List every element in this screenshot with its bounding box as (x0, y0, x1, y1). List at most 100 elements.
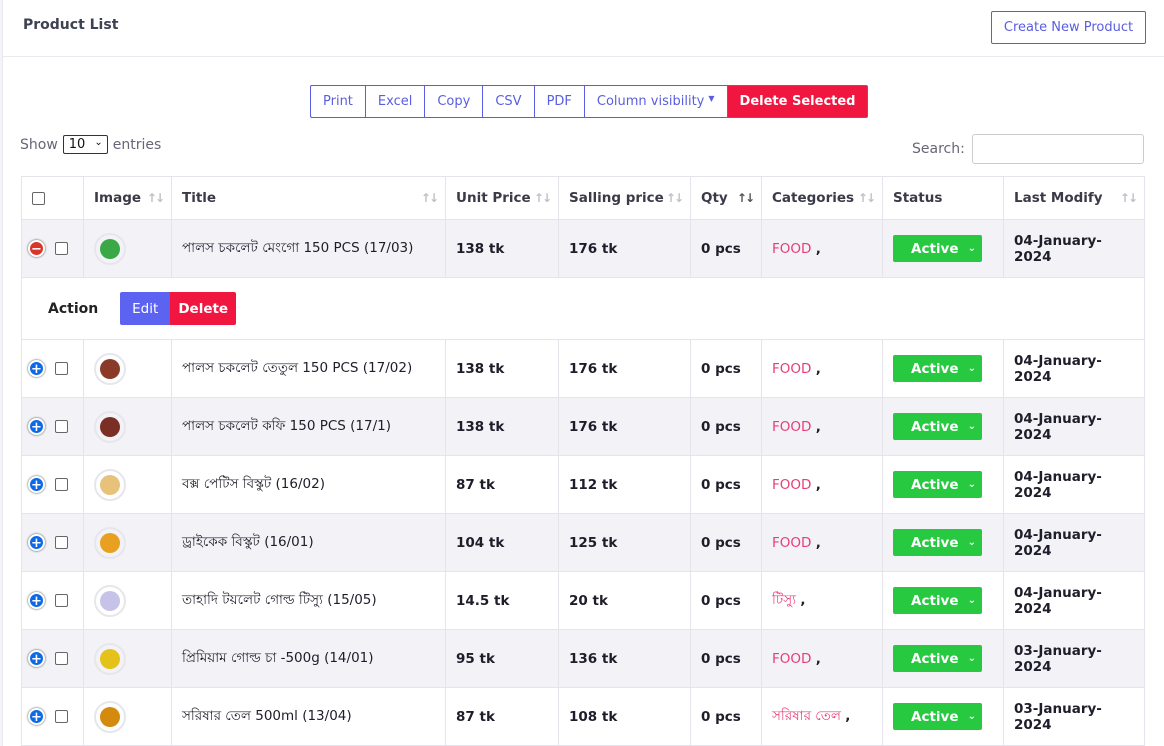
image-cell (83, 513, 172, 572)
expand-row-icon[interactable]: + (28, 360, 45, 377)
status-cell: Active ⌄ (882, 339, 1004, 398)
category-link[interactable]: FOOD (772, 651, 811, 667)
last-modify-cell: 03-January-2024 (1003, 687, 1145, 746)
image-cell (83, 629, 172, 688)
entries-select-value: 10 (68, 137, 86, 152)
product-thumbnail (94, 642, 126, 675)
category-link[interactable]: FOOD (772, 241, 811, 257)
thumbnail-fill (100, 590, 120, 611)
status-select[interactable]: Active ⌄ (893, 355, 982, 382)
create-new-product-button[interactable]: Create New Product (991, 11, 1146, 44)
unit-price-cell: 95 tk (445, 629, 559, 688)
edit-button[interactable]: Edit (120, 292, 171, 325)
action-cell: Action Edit Delete (21, 277, 1145, 340)
header-qty[interactable]: Qty ↑↓ (690, 176, 762, 220)
header-title[interactable]: Title ↑↓ (171, 176, 446, 220)
collapse-row-icon[interactable]: − (28, 240, 45, 257)
sort-icon: ↑↓ (857, 191, 876, 205)
qty-cell: 0 pcs (690, 339, 762, 398)
title-cell: বক্স পেটিস বিস্কুট (16/02) (171, 455, 446, 514)
unit-price-cell: 14.5 tk (445, 571, 559, 630)
row-checkbox[interactable] (55, 362, 68, 375)
sale-price-cell: 20 tk (558, 571, 691, 630)
product-thumbnail (94, 700, 126, 733)
status-select[interactable]: Active ⌄ (893, 703, 982, 730)
status-cell: Active ⌄ (882, 687, 1004, 746)
header-categories[interactable]: Categories ↑↓ (761, 176, 883, 220)
category-link[interactable]: FOOD (772, 419, 811, 435)
expand-row-icon[interactable]: + (28, 592, 45, 609)
qty-cell: 0 pcs (690, 629, 762, 688)
row-checkbox[interactable] (55, 594, 68, 607)
category-cell: FOOD , (761, 513, 883, 572)
status-select[interactable]: Active ⌄ (893, 413, 982, 440)
delete-selected-button[interactable]: Delete Selected (726, 85, 869, 118)
expand-row-icon[interactable]: + (28, 708, 45, 725)
category-link[interactable]: FOOD (772, 477, 811, 493)
qty-cell: 0 pcs (690, 455, 762, 514)
product-thumbnail (94, 468, 126, 501)
row-checkbox[interactable] (55, 652, 68, 665)
status-select[interactable]: Active ⌄ (893, 645, 982, 672)
row-checkbox[interactable] (55, 536, 68, 549)
sort-icon: ↑↓ (1119, 191, 1138, 205)
category-link[interactable]: FOOD (772, 361, 811, 377)
row-checkbox[interactable] (55, 710, 68, 723)
header-unit-price[interactable]: Unit Price ↑↓ (445, 176, 559, 220)
status-select[interactable]: Active ⌄ (893, 587, 982, 614)
category-link[interactable]: সরিষার তেল (772, 708, 841, 724)
last-modify-cell: 04-January-2024 (1003, 455, 1145, 514)
excel-button[interactable]: Excel (364, 85, 425, 118)
category-cell: FOOD , (761, 219, 883, 278)
row-checkbox[interactable] (55, 420, 68, 433)
status-select[interactable]: Active ⌄ (893, 529, 982, 556)
image-cell (83, 339, 172, 398)
print-button[interactable]: Print (310, 85, 365, 118)
entries-select[interactable]: 10 ⌄ (62, 135, 108, 154)
qty-cell: 0 pcs (690, 571, 762, 630)
row-checkbox[interactable] (55, 478, 68, 491)
table-row: − পালস চকলেট মেংগো 150 PCS (17/03) 138 tk 1… (21, 219, 1145, 278)
image-cell (83, 687, 172, 746)
expand-row-icon[interactable]: + (28, 476, 45, 493)
chevron-down-icon: ⌄ (967, 479, 976, 490)
thumbnail-fill (100, 706, 120, 727)
status-value: Active (911, 240, 959, 257)
header-last-modify[interactable]: Last Modify ↑↓ (1003, 176, 1145, 220)
column-visibility-button[interactable]: Column visibility ▼ (583, 85, 727, 118)
status-cell: Active ⌄ (882, 219, 1004, 278)
last-modify-cell: 04-January-2024 (1003, 339, 1145, 398)
copy-button[interactable]: Copy (424, 85, 483, 118)
status-value: Active (911, 650, 959, 667)
title-cell: তাহাদি টয়লেট গোল্ড টিস্যু (15/05) (171, 571, 446, 630)
unit-price-cell: 104 tk (445, 513, 559, 572)
expand-row-icon[interactable]: + (28, 418, 45, 435)
status-cell: Active ⌄ (882, 397, 1004, 456)
delete-button[interactable]: Delete (170, 292, 237, 325)
category-link[interactable]: টিস্যু (772, 592, 796, 608)
header-status[interactable]: Status (882, 176, 1004, 220)
category-link[interactable]: FOOD (772, 535, 811, 551)
pdf-button[interactable]: PDF (533, 85, 584, 118)
csv-button[interactable]: CSV (482, 85, 534, 118)
sale-price-cell: 108 tk (558, 687, 691, 746)
status-value: Active (911, 708, 959, 725)
header-salling-price[interactable]: Salling price ↑↓ (558, 176, 691, 220)
table-body: − পালস চকলেট মেংগো 150 PCS (17/03) 138 tk 1… (21, 219, 1145, 746)
status-select[interactable]: Active ⌄ (893, 471, 982, 498)
select-all-checkbox[interactable] (32, 191, 45, 205)
row-checkbox[interactable] (55, 242, 68, 255)
status-select[interactable]: Active ⌄ (893, 235, 982, 262)
header-image[interactable]: Image ↑↓ (83, 176, 172, 220)
header-label: Image (94, 190, 142, 206)
expand-row-icon[interactable]: + (28, 534, 45, 551)
thumbnail-fill (100, 416, 120, 437)
product-thumbnail (94, 526, 126, 559)
search-input[interactable] (971, 134, 1144, 164)
title-cell: সরিষার তেল 500ml (13/04) (171, 687, 446, 746)
expand-row-icon[interactable]: + (28, 650, 45, 667)
header-label: Title (182, 190, 217, 206)
chevron-down-icon: ⌄ (94, 137, 103, 148)
unit-price-cell: 138 tk (445, 219, 559, 278)
title-cell: পালস চকলেট মেংগো 150 PCS (17/03) (171, 219, 446, 278)
